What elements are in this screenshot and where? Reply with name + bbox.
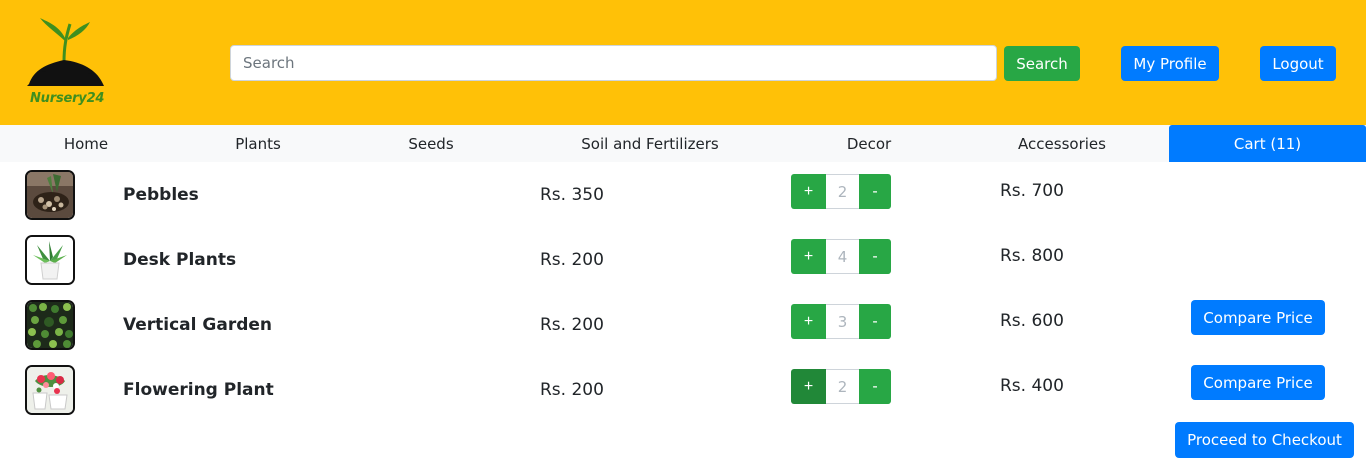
vertical-garden-image[interactable] [25, 300, 75, 350]
cart-row: Pebbles Rs. 350 + 2 - Rs. 700 [0, 162, 1366, 227]
quantity-stepper: + 2 - [791, 174, 891, 209]
increase-quantity-button[interactable]: + [791, 369, 826, 404]
increase-quantity-button[interactable]: + [791, 174, 826, 209]
compare-price-button[interactable]: Compare Price [1191, 300, 1325, 335]
cart-row: Desk Plants Rs. 200 + 4 - Rs. 800 [0, 227, 1366, 292]
increase-quantity-button[interactable]: + [791, 304, 826, 339]
decrease-quantity-button[interactable]: - [859, 239, 891, 274]
brand-logo[interactable]: Nursery24 [24, 12, 114, 112]
logout-button[interactable]: Logout [1260, 46, 1336, 81]
site-header: Nursery24 Search My Profile Logout [0, 0, 1366, 125]
line-total: Rs. 400 [1000, 376, 1064, 396]
increase-quantity-button[interactable]: + [791, 239, 826, 274]
proceed-to-checkout-button[interactable]: Proceed to Checkout [1175, 422, 1354, 458]
decrease-quantity-button[interactable]: - [859, 369, 891, 404]
brand-name: Nursery24 [30, 91, 105, 106]
nav-item-plants[interactable]: Plants [218, 125, 298, 162]
product-name[interactable]: Pebbles [123, 185, 199, 205]
desk-plant-image[interactable] [25, 235, 75, 285]
flowering-plant-image[interactable] [25, 365, 75, 415]
line-total: Rs. 700 [1000, 181, 1064, 201]
line-total: Rs. 800 [1000, 246, 1064, 266]
decrease-quantity-button[interactable]: - [859, 174, 891, 209]
nav-item-soil-fertilizers[interactable]: Soil and Fertilizers [570, 125, 730, 162]
product-name[interactable]: Vertical Garden [123, 315, 272, 335]
cart-row: Vertical Garden Rs. 200 + 3 - Rs. 600 Co… [0, 292, 1366, 357]
quantity-stepper: + 3 - [791, 304, 891, 339]
nav-item-decor[interactable]: Decor [830, 125, 908, 162]
quantity-value[interactable]: 3 [826, 304, 859, 339]
quantity-value[interactable]: 4 [826, 239, 859, 274]
nav-item-home[interactable]: Home [44, 125, 128, 162]
compare-price-button[interactable]: Compare Price [1191, 365, 1325, 400]
line-total: Rs. 600 [1000, 311, 1064, 331]
search-input[interactable] [230, 45, 997, 81]
unit-price: Rs. 200 [540, 380, 604, 400]
quantity-stepper: + 4 - [791, 239, 891, 274]
quantity-value[interactable]: 2 [826, 369, 859, 404]
nav-item-accessories[interactable]: Accessories [1010, 125, 1114, 162]
product-name[interactable]: Desk Plants [123, 250, 236, 270]
my-profile-button[interactable]: My Profile [1121, 46, 1219, 81]
unit-price: Rs. 200 [540, 315, 604, 335]
nav-item-seeds[interactable]: Seeds [390, 125, 472, 162]
sprout-on-soil-icon [27, 18, 104, 86]
cart-row: Flowering Plant Rs. 200 + 2 - Rs. 400 Co… [0, 357, 1366, 422]
pebbles-pot-image[interactable] [25, 170, 75, 220]
search-button[interactable]: Search [1004, 46, 1080, 81]
unit-price: Rs. 200 [540, 250, 604, 270]
quantity-stepper: + 2 - [791, 369, 891, 404]
product-name[interactable]: Flowering Plant [123, 380, 274, 400]
nav-item-cart[interactable]: Cart (11) [1169, 125, 1366, 162]
decrease-quantity-button[interactable]: - [859, 304, 891, 339]
unit-price: Rs. 350 [540, 185, 604, 205]
quantity-value[interactable]: 2 [826, 174, 859, 209]
category-nav: Home Plants Seeds Soil and Fertilizers D… [0, 125, 1366, 162]
